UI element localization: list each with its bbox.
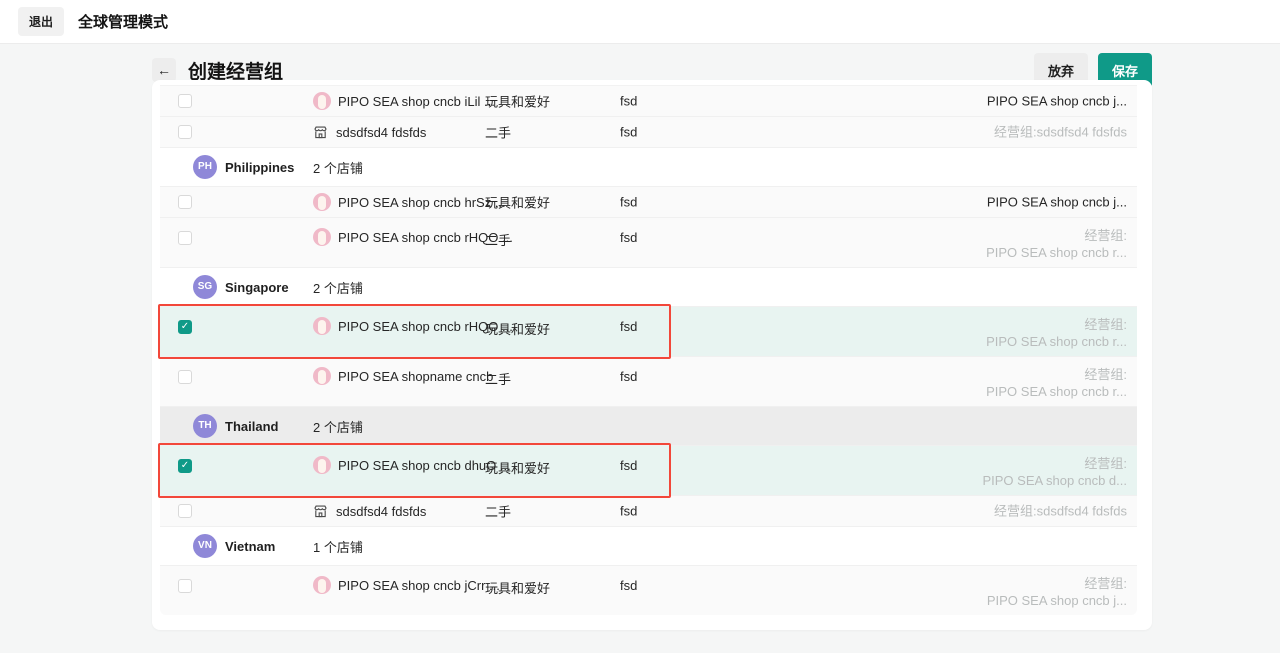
shop-category: 玩具和爱好 (485, 92, 550, 111)
shop-avatar-icon (313, 576, 331, 594)
app-title: 全球管理模式 (78, 11, 168, 32)
country-group-header: TH Thailand 2 个店铺 (160, 406, 1137, 445)
shop-avatar-icon (313, 92, 331, 110)
business-group-text: 经营组:sdsdfsd4 fdsfds (994, 503, 1127, 520)
shop-checkbox[interactable] (178, 459, 192, 473)
shop-checkbox[interactable] (178, 195, 192, 209)
shop-avatar-icon (313, 193, 331, 211)
country-avatar: SG (193, 275, 217, 299)
shop-category: 玩具和爱好 (485, 193, 550, 212)
shop-category: 二手 (485, 230, 511, 249)
shop-name: PIPO SEA shopname cncb (338, 369, 493, 384)
shop-avatar-icon (313, 367, 331, 385)
shop-identity: sdsdfsd4 fdsfds (313, 124, 426, 140)
shop-identity: PIPO SEA shop cncb dhuO ... (313, 456, 511, 474)
shop-owner: fsd (620, 458, 637, 473)
shop-count: 2 个店铺 (313, 417, 363, 436)
shop-row[interactable]: PIPO SEA shopname cncb二手 fsd 经营组:PIPO SEA … (160, 356, 1137, 406)
shop-checkbox[interactable] (178, 231, 192, 245)
country-name: Vietnam (225, 539, 275, 554)
shop-owner: fsd (620, 319, 637, 334)
shop-owner: fsd (620, 94, 637, 109)
exit-button[interactable]: 退出 (18, 7, 64, 36)
shop-identity: sdsdfsd4 fdsfds (313, 503, 426, 519)
business-group-text: 经营组:PIPO SEA shop cncb j... (987, 575, 1127, 609)
shop-name: PIPO SEA shop cncb iLil ... (338, 94, 495, 109)
business-group-text: 经营组:PIPO SEA shop cncb d... (982, 455, 1127, 489)
shop-checkbox[interactable] (178, 320, 192, 334)
shop-row[interactable]: sdsdfsd4 fdsfds 二手 fsd 经营组:sdsdfsd4 fdsfds (160, 116, 1137, 147)
country-group-header: SG Singapore 2 个店铺 (160, 267, 1137, 306)
shop-avatar-icon (313, 317, 331, 335)
country-group-header: VN Vietnam 1 个店铺 (160, 526, 1137, 565)
shop-checkbox[interactable] (178, 94, 192, 108)
shop-identity: PIPO SEA shop cncb rHQO ... (313, 228, 513, 246)
store-icon (313, 124, 329, 140)
shop-owner: fsd (620, 369, 637, 384)
shop-table-rows: PIPO SEA shop cncb iLil ...玩具和爱好fsdPIPO … (160, 85, 1137, 615)
shop-category: 二手 (485, 369, 511, 388)
business-group-text: 经营组:PIPO SEA shop cncb r... (986, 316, 1127, 350)
store-icon (313, 503, 329, 519)
business-group-text: 经营组:PIPO SEA shop cncb r... (986, 227, 1127, 261)
shop-category: 二手 (485, 123, 511, 142)
shop-identity: PIPO SEA shopname cncb (313, 367, 493, 385)
country-name: Philippines (225, 160, 294, 175)
business-group-text: 经营组:PIPO SEA shop cncb r... (986, 366, 1127, 400)
shop-row[interactable]: PIPO SEA shop cncb jCrr ...玩具和爱好 fsd 经营组:P… (160, 565, 1137, 615)
business-group-text: 经营组:sdsdfsd4 fdsfds (994, 124, 1127, 141)
shop-owner: fsd (620, 125, 637, 140)
country-avatar: VN (193, 534, 217, 558)
shop-checkbox[interactable] (178, 504, 192, 518)
shop-row[interactable]: PIPO SEA shop cncb rHQO ...二手 fsd 经营组:PIPO… (160, 217, 1137, 267)
page-body: 创建经营组 放弃 保存 PIPO SEA shop cncb iLil ...玩… (0, 44, 1280, 652)
shop-row[interactable]: PIPO SEA shop cncb hrSz ...玩具和爱好 fsd PIPO … (160, 186, 1137, 217)
shop-name: sdsdfsd4 fdsfds (336, 504, 426, 519)
shop-name: PIPO SEA shop cncb jCrr ... (338, 578, 500, 593)
business-group-text: PIPO SEA shop cncb j... (987, 194, 1127, 211)
shop-count: 2 个店铺 (313, 278, 363, 297)
shop-table-card: PIPO SEA shop cncb iLil ...玩具和爱好fsdPIPO … (152, 80, 1152, 630)
shop-count: 1 个店铺 (313, 537, 363, 556)
shop-avatar-icon (313, 228, 331, 246)
shop-avatar-icon (313, 456, 331, 474)
top-bar: 退出 全球管理模式 (0, 0, 1280, 44)
shop-checkbox[interactable] (178, 579, 192, 593)
shop-owner: fsd (620, 578, 637, 593)
country-name: Singapore (225, 280, 289, 295)
shop-checkbox[interactable] (178, 125, 192, 139)
shop-row[interactable]: PIPO SEA shop cncb iLil ...玩具和爱好 fsd PIPO … (160, 85, 1137, 116)
shop-category: 玩具和爱好 (485, 319, 550, 338)
shop-owner: fsd (620, 195, 637, 210)
business-group-text: PIPO SEA shop cncb j... (987, 93, 1127, 110)
shop-checkbox[interactable] (178, 370, 192, 384)
country-name: Thailand (225, 419, 278, 434)
shop-row[interactable]: PIPO SEA shop cncb rHQO ...玩具和爱好 fsd 经营组:P… (160, 306, 1137, 356)
shop-identity: PIPO SEA shop cncb hrSz ... (313, 193, 506, 211)
country-avatar: PH (193, 155, 217, 179)
shop-identity: PIPO SEA shop cncb jCrr ... (313, 576, 500, 594)
shop-category: 玩具和爱好 (485, 458, 550, 477)
shop-count: 2 个店铺 (313, 158, 363, 177)
shop-name: PIPO SEA shop cncb hrSz ... (338, 195, 506, 210)
shop-identity: PIPO SEA shop cncb rHQO ... (313, 317, 513, 335)
back-icon[interactable] (152, 58, 176, 82)
country-group-header: PH Philippines 2 个店铺 (160, 147, 1137, 186)
shop-row[interactable]: PIPO SEA shop cncb dhuO ...玩具和爱好 fsd 经营组:P… (160, 445, 1137, 495)
shop-owner: fsd (620, 504, 637, 519)
shop-name: sdsdfsd4 fdsfds (336, 125, 426, 140)
shop-identity: PIPO SEA shop cncb iLil ... (313, 92, 495, 110)
shop-category: 玩具和爱好 (485, 578, 550, 597)
country-avatar: TH (193, 414, 217, 438)
shop-category: 二手 (485, 502, 511, 521)
shop-owner: fsd (620, 230, 637, 245)
shop-row[interactable]: sdsdfsd4 fdsfds 二手 fsd 经营组:sdsdfsd4 fdsfds (160, 495, 1137, 526)
